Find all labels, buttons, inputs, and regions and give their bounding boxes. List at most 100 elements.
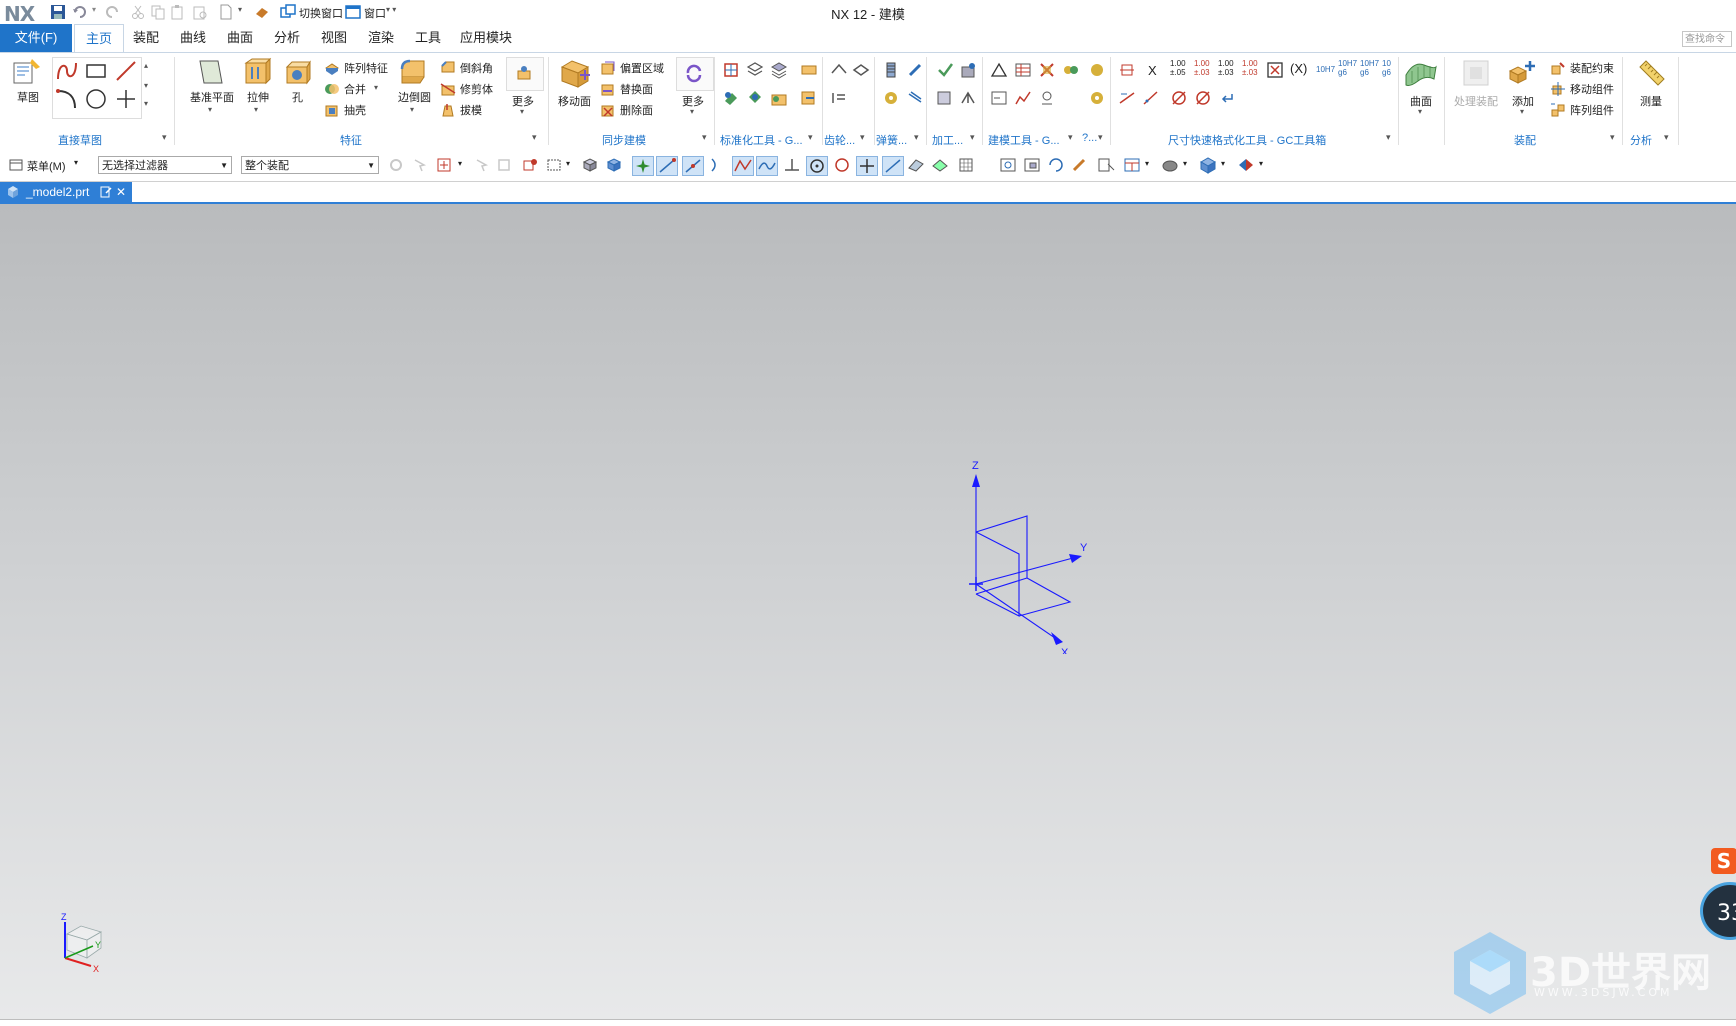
tab-application[interactable]: 应用模块: [453, 24, 519, 52]
sync-more-icon[interactable]: [684, 63, 704, 83]
rectangle-icon[interactable]: [84, 59, 108, 83]
shell-icon[interactable]: [324, 102, 340, 118]
move-face-label[interactable]: 移动面: [558, 93, 591, 109]
snap-point-on-curve-icon[interactable]: [882, 156, 904, 176]
replace-face-label[interactable]: 替换面: [620, 81, 653, 97]
group-expand-icon[interactable]: ▾: [1098, 132, 1103, 143]
select-body-icon[interactable]: [496, 157, 512, 173]
edit-section-icon[interactable]: [1236, 156, 1256, 174]
select-dropdown-icon[interactable]: ▾: [566, 159, 570, 168]
standard-tree-icon[interactable]: [746, 89, 764, 107]
copy-icon[interactable]: [150, 4, 166, 20]
group-expand-icon[interactable]: ▾: [162, 132, 167, 143]
diameter-alt-icon[interactable]: [1194, 89, 1212, 107]
fit-h7-label[interactable]: 10H7: [1316, 65, 1335, 74]
snap-perpendicular-icon[interactable]: [782, 156, 802, 174]
modeling-hole-icon[interactable]: [1038, 89, 1056, 107]
move-face-icon[interactable]: [558, 57, 592, 91]
fit-tolerance-2[interactable]: 1.00 ±.03: [1194, 59, 1216, 77]
snap-endpoint-icon[interactable]: [656, 156, 678, 176]
display-cube-icon[interactable]: [1198, 156, 1218, 174]
shaded-cube-icon[interactable]: [582, 157, 598, 173]
menu-icon[interactable]: [8, 157, 24, 173]
edge-blend-icon[interactable]: [398, 57, 428, 87]
edit-section-dropdown-icon[interactable]: ▾: [1259, 159, 1263, 168]
group-expand-icon[interactable]: ▾: [1664, 132, 1669, 143]
circle-icon[interactable]: [84, 87, 108, 111]
replace-face-icon[interactable]: [600, 81, 616, 97]
hole-label[interactable]: 孔: [292, 89, 303, 105]
sketch-icon[interactable]: [12, 57, 42, 87]
selection-scope-select[interactable]: 整个装配 ▼: [241, 156, 379, 174]
modeling-box-icon[interactable]: [990, 89, 1008, 107]
graphics-viewport[interactable]: Z X Y Z X Y: [0, 204, 1736, 1019]
tab-render[interactable]: 渲染: [359, 24, 403, 52]
modeling-chart-icon[interactable]: [1014, 89, 1032, 107]
render-style-dropdown-icon[interactable]: ▾: [1183, 159, 1187, 168]
selection-arrow-icon[interactable]: [412, 157, 428, 173]
cut-icon[interactable]: [130, 4, 146, 20]
window-menu-label[interactable]: 窗口: [364, 5, 386, 21]
unite-icon[interactable]: [324, 81, 340, 97]
dimension-box-x-icon[interactable]: [1266, 61, 1284, 79]
modeling-extra-icon[interactable]: [1088, 61, 1106, 79]
render-style-icon[interactable]: [1160, 156, 1180, 174]
assembly-constraint-icon[interactable]: [1550, 60, 1566, 76]
tab-surface[interactable]: 曲面: [218, 24, 262, 52]
snap-grid-icon[interactable]: [956, 156, 976, 174]
ime-icon[interactable]: S: [1711, 848, 1736, 874]
spring-clip-icon[interactable]: [906, 61, 924, 79]
add-component-icon[interactable]: [1506, 57, 1538, 89]
point-icon[interactable]: [114, 87, 138, 111]
standard-layer-icon[interactable]: [746, 61, 764, 79]
save-icon[interactable]: [50, 4, 66, 20]
standard-bolt-icon[interactable]: [722, 89, 740, 107]
assembly-constraint-label[interactable]: 装配约束: [1570, 60, 1614, 76]
gear-mesh-icon[interactable]: [852, 61, 870, 79]
fit-view-icon[interactable]: [998, 156, 1018, 174]
surface-dropdown-icon[interactable]: ▾: [1418, 107, 1422, 116]
tab-file[interactable]: 文件(F): [0, 24, 72, 52]
machining-cut-icon[interactable]: [960, 89, 978, 107]
group-expand-icon[interactable]: ▾: [860, 132, 865, 143]
hole-icon[interactable]: [284, 59, 312, 87]
group-expand-icon[interactable]: ▾: [702, 132, 707, 143]
paste-icon[interactable]: [170, 4, 186, 20]
modeling-table-icon[interactable]: [1014, 61, 1032, 79]
document-tab[interactable]: _model2.prt ✕: [0, 182, 132, 202]
group-expand-icon[interactable]: ▾: [1610, 132, 1615, 143]
view-orient-icon[interactable]: [1096, 156, 1116, 174]
select-feature-icon[interactable]: [474, 157, 490, 173]
snap-existing-point-icon[interactable]: [856, 156, 878, 176]
window-dropdown-icon[interactable]: ▾ ▾: [386, 5, 396, 14]
process-assembly-icon[interactable]: [1460, 57, 1492, 89]
delete-face-icon[interactable]: [600, 102, 616, 118]
dimension-arrow-icon[interactable]: [1118, 89, 1136, 107]
pattern-feature-icon[interactable]: [324, 60, 340, 76]
triangle-icon[interactable]: [990, 61, 1008, 79]
chamfer-label[interactable]: 倒斜角: [460, 60, 493, 76]
group-expand-icon[interactable]: ▾: [1068, 132, 1073, 143]
line-icon[interactable]: [114, 59, 138, 83]
shell-label[interactable]: 抽壳: [344, 102, 366, 118]
pattern-component-icon[interactable]: [1550, 102, 1566, 118]
group-expand-icon[interactable]: ▾: [532, 132, 537, 143]
snap-bounded-grid-icon[interactable]: [930, 156, 950, 174]
touch-mode-icon[interactable]: [254, 4, 270, 20]
snap-midpoint-icon[interactable]: [682, 156, 704, 176]
gear-tool-icon[interactable]: [830, 61, 848, 79]
dimension-style-icon[interactable]: [1118, 61, 1136, 79]
offset-region-icon[interactable]: [600, 60, 616, 76]
extrude-dropdown-icon[interactable]: ▾: [254, 105, 258, 114]
snap-dropdown-icon[interactable]: ▾: [458, 159, 462, 168]
feature-more-icon[interactable]: [514, 63, 534, 83]
switch-window-icon[interactable]: [280, 4, 296, 20]
tab-assembly[interactable]: 装配: [124, 24, 168, 52]
rectangle-select-icon[interactable]: [546, 157, 562, 173]
snap-intersection-icon[interactable]: [732, 156, 754, 176]
snap-point-on-face-icon[interactable]: [906, 156, 926, 174]
tab-curve[interactable]: 曲线: [171, 24, 215, 52]
process-assembly-label[interactable]: 处理装配: [1454, 93, 1498, 109]
tab-tools[interactable]: 工具: [406, 24, 450, 52]
tab-home[interactable]: 主页: [74, 24, 124, 53]
